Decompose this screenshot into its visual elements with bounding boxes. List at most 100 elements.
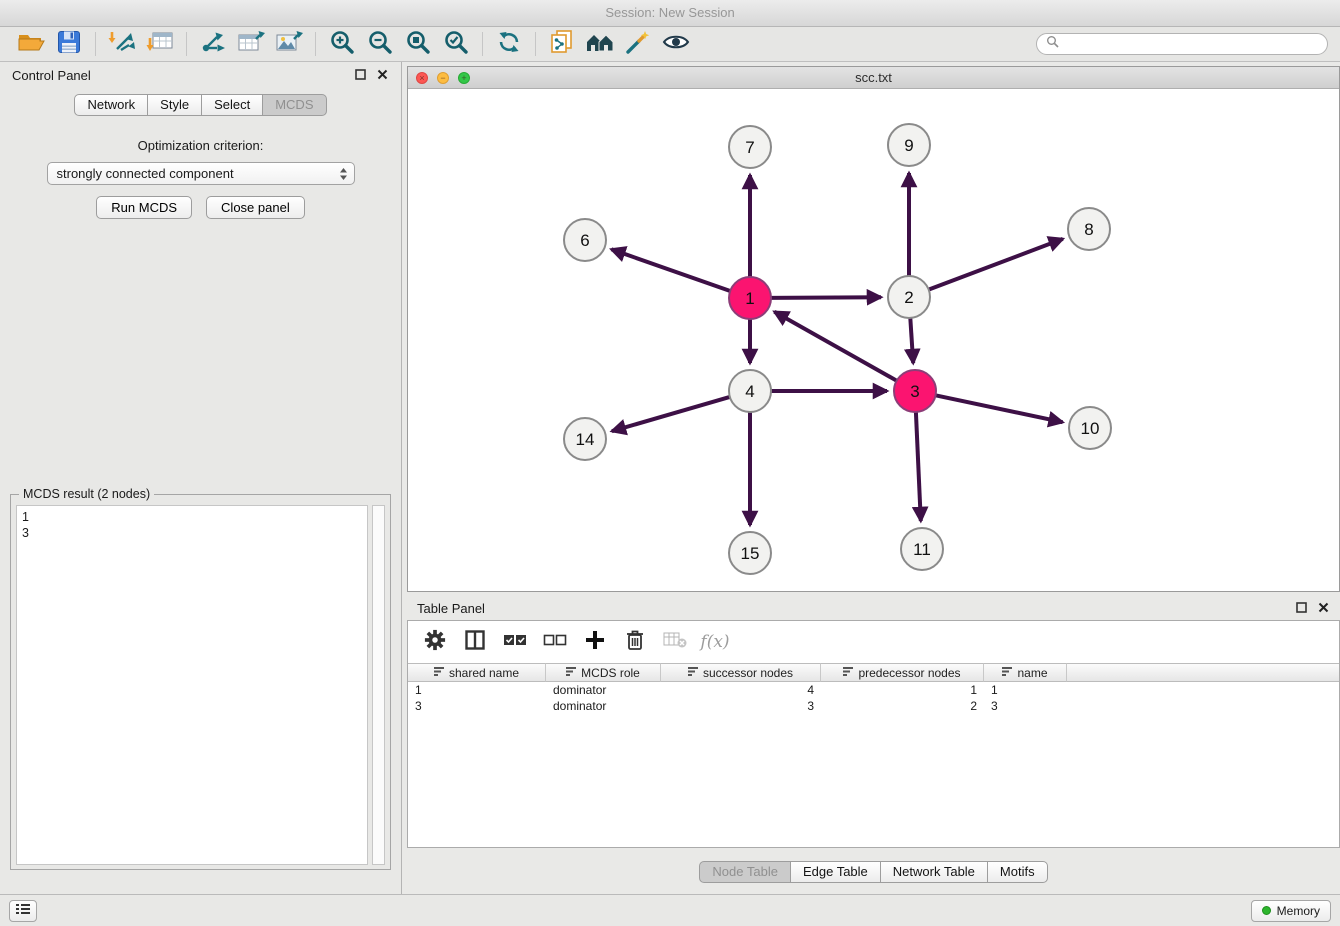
network-canvas[interactable]: 7 9 6 8 1 2 4 3 14 10 15 11 bbox=[408, 89, 1339, 591]
tab-select[interactable]: Select bbox=[201, 94, 263, 116]
table-tab-node-table[interactable]: Node Table bbox=[699, 861, 791, 883]
graph-node-6[interactable]: 6 bbox=[564, 219, 606, 261]
graph-edge-1-6[interactable] bbox=[611, 249, 730, 291]
run-mcds-button[interactable]: Run MCDS bbox=[96, 196, 192, 219]
table-panel-close-button[interactable] bbox=[1317, 602, 1330, 615]
zoom-selected-button[interactable] bbox=[437, 29, 475, 59]
function-builder-button[interactable]: f(x) bbox=[700, 627, 730, 657]
export-image-button[interactable] bbox=[270, 29, 308, 59]
deselect-all-button[interactable] bbox=[540, 627, 570, 657]
refresh-button[interactable] bbox=[490, 29, 528, 59]
graph-node-9[interactable]: 9 bbox=[888, 124, 930, 166]
show-columns-button[interactable] bbox=[460, 627, 490, 657]
task-history-button[interactable] bbox=[9, 900, 37, 922]
export-network-button[interactable] bbox=[194, 29, 232, 59]
graph-node-14[interactable]: 14 bbox=[564, 418, 606, 460]
graph-node-15[interactable]: 15 bbox=[729, 532, 771, 574]
graph-node-3[interactable]: 3 bbox=[894, 370, 936, 412]
table-panel-tabs: Node TableEdge TableNetwork TableMotifs bbox=[407, 861, 1340, 883]
network-graph[interactable]: 7 9 6 8 1 2 4 3 14 10 15 11 bbox=[408, 89, 1338, 591]
first-neighbors-button[interactable] bbox=[581, 29, 619, 59]
window-zoom-button[interactable]: + bbox=[458, 72, 470, 84]
search-box[interactable] bbox=[1036, 33, 1328, 55]
table-panel-header: Table Panel bbox=[407, 596, 1340, 620]
control-panel-close-button[interactable] bbox=[376, 69, 389, 82]
close-panel-button[interactable]: Close panel bbox=[206, 196, 305, 219]
tab-mcds[interactable]: MCDS bbox=[262, 94, 326, 116]
column-header-MCDS-role[interactable]: MCDS role bbox=[546, 663, 661, 682]
table-panel-float-button[interactable] bbox=[1295, 602, 1308, 615]
mcds-result-list: 13 bbox=[16, 505, 368, 865]
show-hide-button[interactable] bbox=[657, 29, 695, 59]
svg-text:15: 15 bbox=[741, 544, 760, 563]
import-network-button[interactable] bbox=[103, 29, 141, 59]
table-toolbar: f(x) bbox=[408, 621, 1339, 663]
svg-text:2: 2 bbox=[904, 288, 913, 307]
delete-table-button[interactable] bbox=[660, 627, 690, 657]
control-panel-float-button[interactable] bbox=[354, 69, 367, 82]
toolbar-separator bbox=[95, 32, 96, 56]
table-tab-motifs[interactable]: Motifs bbox=[987, 861, 1048, 883]
tab-style[interactable]: Style bbox=[147, 94, 202, 116]
zoom-in-button[interactable] bbox=[323, 29, 361, 59]
table-row[interactable]: 3dominator323 bbox=[408, 698, 1339, 714]
column-header-shared-name[interactable]: shared name bbox=[408, 663, 546, 682]
memory-button[interactable]: Memory bbox=[1251, 900, 1331, 922]
open-session-button[interactable] bbox=[12, 29, 50, 59]
graph-node-2[interactable]: 2 bbox=[888, 276, 930, 318]
table-cell: 1 bbox=[408, 682, 546, 698]
graph-edge-4-14[interactable] bbox=[612, 397, 730, 431]
main-area: Control Panel NetworkStyleSelectMCDS Opt… bbox=[0, 62, 1340, 894]
add-column-button[interactable] bbox=[580, 627, 610, 657]
control-panel-header: Control Panel bbox=[0, 62, 401, 88]
table-row[interactable]: 1dominator411 bbox=[408, 682, 1339, 698]
export-table-button[interactable] bbox=[232, 29, 270, 59]
graph-node-11[interactable]: 11 bbox=[901, 528, 943, 570]
graph-edge-3-11[interactable] bbox=[916, 412, 921, 521]
toolbar-separator bbox=[482, 32, 483, 56]
window-minimize-button[interactable]: − bbox=[437, 72, 449, 84]
graph-edge-2-8[interactable] bbox=[929, 239, 1063, 290]
window-close-button[interactable]: × bbox=[416, 72, 428, 84]
plus-icon bbox=[585, 630, 605, 655]
style-button[interactable] bbox=[619, 29, 657, 59]
graph-edge-1-2[interactable] bbox=[771, 297, 881, 298]
graph-node-8[interactable]: 8 bbox=[1068, 208, 1110, 250]
window-title: Session: New Session bbox=[605, 5, 734, 20]
criterion-dropdown[interactable]: strongly connected component bbox=[47, 162, 355, 185]
table-settings-button[interactable] bbox=[420, 627, 450, 657]
search-input[interactable] bbox=[1064, 37, 1318, 51]
network-window-titlebar[interactable]: × − + scc.txt bbox=[408, 67, 1339, 89]
toolbar-separator bbox=[535, 32, 536, 56]
optimization-criterion-label: Optimization criterion: bbox=[0, 138, 401, 153]
delete-column-button[interactable] bbox=[620, 627, 650, 657]
float-icon bbox=[355, 68, 366, 83]
graph-edge-2-3[interactable] bbox=[910, 318, 913, 363]
graph-node-10[interactable]: 10 bbox=[1069, 407, 1111, 449]
main-toolbar bbox=[0, 27, 1340, 62]
graph-edge-3-1[interactable] bbox=[774, 312, 896, 381]
graph-node-7[interactable]: 7 bbox=[729, 126, 771, 168]
zoom-out-button[interactable] bbox=[361, 29, 399, 59]
columns-icon bbox=[465, 630, 485, 655]
toolbar-separator bbox=[315, 32, 316, 56]
table-tab-network-table[interactable]: Network Table bbox=[880, 861, 988, 883]
column-header-name[interactable]: name bbox=[984, 663, 1067, 682]
import-table-button[interactable] bbox=[141, 29, 179, 59]
select-all-button[interactable] bbox=[500, 627, 530, 657]
table-tab-edge-table[interactable]: Edge Table bbox=[790, 861, 881, 883]
graph-edge-3-10[interactable] bbox=[936, 395, 1063, 422]
zoom-fit-icon bbox=[405, 29, 431, 60]
column-header-successor-nodes[interactable]: successor nodes bbox=[661, 663, 821, 682]
svg-text:4: 4 bbox=[745, 382, 754, 401]
duplicate-network-button[interactable] bbox=[543, 29, 581, 59]
zoom-fit-button[interactable] bbox=[399, 29, 437, 59]
window-titlebar[interactable]: Session: New Session bbox=[0, 0, 1340, 27]
tab-network[interactable]: Network bbox=[74, 94, 148, 116]
result-scrollbar[interactable] bbox=[372, 505, 385, 865]
graph-node-4[interactable]: 4 bbox=[729, 370, 771, 412]
column-header-predecessor-nodes[interactable]: predecessor nodes bbox=[821, 663, 984, 682]
save-session-button[interactable] bbox=[50, 29, 88, 59]
graph-node-1[interactable]: 1 bbox=[729, 277, 771, 319]
fx-icon: f(x) bbox=[700, 632, 729, 652]
